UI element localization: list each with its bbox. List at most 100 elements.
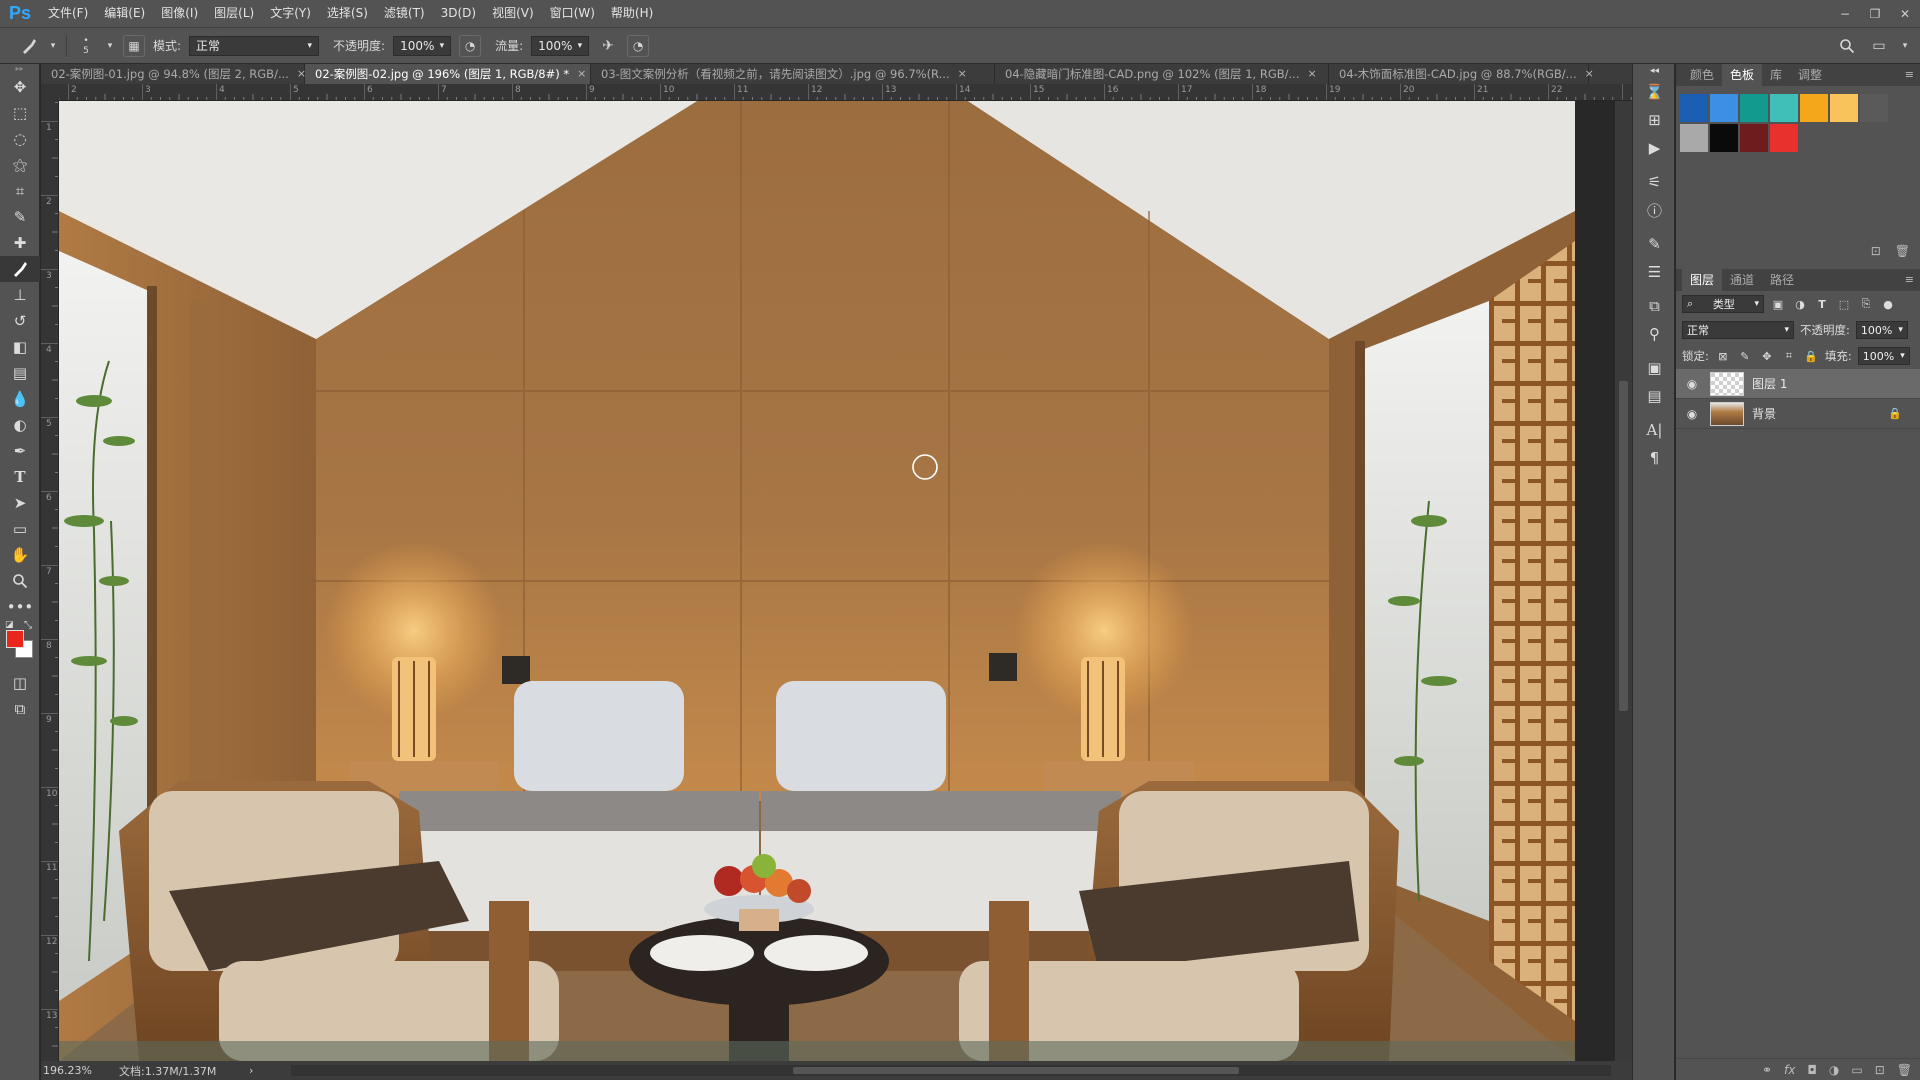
new-swatch-icon[interactable]: ⊡ [1871,244,1881,264]
new-layer-icon[interactable]: ⊡ [1875,1063,1885,1077]
brush-size-picker[interactable]: • 5 [75,35,97,57]
zoom-level-readout[interactable]: 196.23% [41,1064,119,1077]
adjustments-icon[interactable]: ☰ [1633,258,1676,286]
color-swatch[interactable] [1680,124,1708,152]
filter-toggle-icon[interactable]: ● [1880,298,1896,311]
layer-comps-icon[interactable]: ▣ [1633,354,1676,382]
lock-all-icon[interactable]: 🔒 [1803,350,1819,363]
path-selection-tool-icon[interactable]: ➤ [0,490,40,516]
visibility-eye-icon[interactable]: ◉ [1682,377,1702,391]
panel-menu-icon[interactable]: ≡ [1905,68,1914,81]
document-tab[interactable]: 02-案例图-01.jpg @ 94.8% (图层 2, RGB/... × [41,64,306,84]
character-icon[interactable]: A| [1633,416,1676,444]
vertical-ruler[interactable]: 1 2 3 4 5 6 7 8 9 10 11 12 13 [41,101,59,1061]
document-tab[interactable]: 03-图文案例分析（看视频之前，请先阅读图文）.jpg @ 96.7%(R...… [591,64,995,84]
default-colors-icon[interactable]: ◪ [5,620,14,630]
pixel-filter-icon[interactable]: ▣ [1770,298,1786,311]
smart-object-filter-icon[interactable]: ⎘ [1858,297,1874,311]
menu-3d[interactable]: 3D(D) [433,0,484,27]
vertical-scroll-thumb[interactable] [1619,381,1628,711]
eyedropper-tool-icon[interactable]: ✎ [0,204,40,230]
hand-tool-icon[interactable]: ✋ [0,542,40,568]
info-icon[interactable]: ⓘ [1633,196,1676,224]
color-swatch[interactable] [1830,94,1858,122]
document-tab[interactable]: 04-隐藏暗门标准图-CAD.png @ 102% (图层 1, RGB/...… [995,64,1329,84]
mode-select[interactable]: 正常 ▾ [189,35,320,56]
chevron-down-icon[interactable]: ▾ [105,35,115,57]
color-swatch[interactable] [1800,94,1828,122]
layer-opacity-field[interactable]: 100% ▾ [1855,321,1908,339]
pressure-size-icon[interactable]: ◔ [627,34,650,57]
paragraph-icon[interactable]: ¶ [1633,444,1676,472]
color-swatch[interactable] [1740,94,1768,122]
panel-grip-icon[interactable]: ▸▸ [0,64,39,74]
pressure-opacity-icon[interactable]: ◔ [459,34,482,57]
fill-field[interactable]: 100% ▾ [1857,347,1910,365]
new-group-icon[interactable]: ▭ [1851,1063,1862,1077]
layer-row-background[interactable]: ◉ 背景 🔒 [1676,399,1920,429]
properties-icon[interactable]: ⊞ [1633,106,1676,134]
healing-brush-tool-icon[interactable]: ✚ [0,230,40,256]
quick-mask-icon[interactable]: ◫ [0,670,40,696]
actions-play-icon[interactable]: ▶ [1633,134,1676,162]
screen-mode-icon[interactable]: ⧉ [0,696,40,722]
brush-tool-preset-icon[interactable] [18,35,40,57]
collapse-icon[interactable]: ◂◂ [1633,64,1676,78]
type-filter-icon[interactable]: T [1814,298,1830,311]
horizontal-ruler[interactable]: 2 3 4 5 6 7 8 9 10 11 12 13 14 15 16 17 18 19 20 21 22 [59,84,1632,101]
notes-icon[interactable]: ▤ [1633,382,1676,410]
menu-layer[interactable]: 图层(L) [206,0,262,27]
color-swatch[interactable] [1860,94,1888,122]
tab-adjustments[interactable]: 调整 [1790,64,1830,86]
document-size-readout[interactable]: 文档:1.37M/1.37M [119,1063,249,1079]
dodge-tool-icon[interactable]: ◐ [0,412,40,438]
menu-type[interactable]: 文字(Y) [262,0,319,27]
document-tab[interactable]: 04-木饰面标准图-CAD.jpg @ 88.7%(RGB/... × [1329,64,1594,84]
adjustment-filter-icon[interactable]: ◑ [1792,298,1808,311]
menu-window[interactable]: 窗口(W) [542,0,603,27]
brush-tool-icon[interactable] [0,256,40,282]
color-swatch[interactable] [1740,124,1768,152]
brush-settings-icon[interactable]: ⚟ [1633,168,1676,196]
layer-row-layer-1[interactable]: ◉ 图层 1 [1676,369,1920,399]
search-icon[interactable] [1836,35,1858,57]
tab-paths[interactable]: 路径 [1762,269,1802,291]
chevron-down-icon[interactable]: ▾ [1900,35,1910,57]
vertical-scrollbar[interactable] [1615,101,1632,1061]
lock-position-icon[interactable]: ✥ [1759,350,1775,363]
trash-icon[interactable]: 🗑 [1897,1063,1912,1077]
gradient-tool-icon[interactable]: ▤ [0,360,40,386]
more-tools-icon[interactable]: ••• [0,594,40,620]
type-tool-icon[interactable]: T [0,464,40,490]
opacity-field[interactable]: 100% ▾ [393,35,452,56]
adjustment-layer-icon[interactable]: ◑ [1829,1063,1839,1077]
color-swatch[interactable] [1680,94,1708,122]
brush-panel-toggle-icon[interactable]: ▦ [123,34,145,57]
tab-close-icon[interactable]: × [577,64,586,84]
color-swatch[interactable] [1710,94,1738,122]
menu-help[interactable]: 帮助(H) [603,0,661,27]
color-swatch[interactable] [1770,124,1798,152]
lock-pixels-icon[interactable]: ✎ [1737,350,1753,363]
lock-transparency-icon[interactable]: ⊠ [1715,350,1731,363]
history-icon[interactable]: ⌛ [1633,78,1676,106]
clone-stamp-tool-icon[interactable]: ⊥ [0,282,40,308]
minimize-button[interactable]: − [1830,0,1860,27]
marquee-tool-icon[interactable]: ⬚ [0,100,40,126]
tab-close-icon[interactable]: × [1585,64,1594,84]
tab-close-icon[interactable]: × [1307,64,1316,84]
magic-wand-tool-icon[interactable]: ⚝ [0,152,40,178]
zoom-tool-icon[interactable] [0,568,40,594]
airbrush-icon[interactable]: ✈ [597,35,619,57]
lasso-tool-icon[interactable]: ◌ [0,126,40,152]
tab-libraries[interactable]: 库 [1762,64,1790,86]
blur-tool-icon[interactable]: 💧 [0,386,40,412]
clone-source-icon[interactable]: ⧉ [1633,292,1676,320]
move-tool-icon[interactable]: ✥ [0,74,40,100]
menu-filter[interactable]: 滤镜(T) [376,0,433,27]
workspace-icon[interactable]: ▭ [1868,35,1890,57]
horizontal-scroll-thumb[interactable] [793,1067,1239,1074]
history-brush-tool-icon[interactable]: ↺ [0,308,40,334]
link-layers-icon[interactable]: ⚭ [1762,1063,1772,1077]
close-button[interactable]: ✕ [1890,0,1920,27]
